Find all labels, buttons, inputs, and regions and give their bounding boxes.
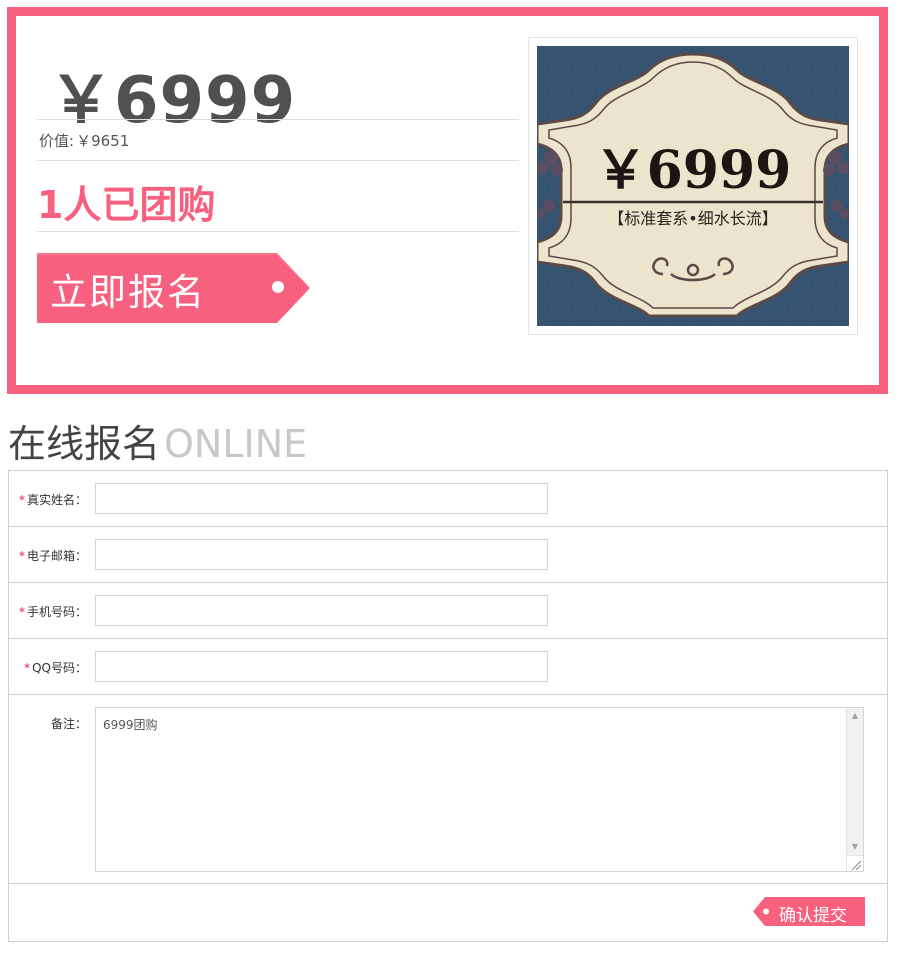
value-label: 价值:	[39, 132, 75, 150]
resize-grip-icon[interactable]	[847, 855, 863, 871]
value-amount: ￥9651	[76, 132, 130, 150]
name-label: * 真实姓名：	[19, 491, 87, 508]
product-image: ￥6999 【标准套系•细水长流】	[528, 37, 858, 335]
phone-label-text: 手机号码：	[26, 605, 87, 619]
promo-panel: ￥6999 价值: ￥9651 1人已团购 立即报名 ￥6999 【标准套系•细…	[7, 7, 888, 394]
banner-subtitle-text: 【标准套系•细水长流】	[608, 209, 777, 228]
scroll-down-arrow-icon[interactable]: ▼	[847, 839, 863, 855]
form-row-email: * 电子邮箱：	[9, 527, 887, 583]
original-value: 价值: ￥9651	[37, 130, 129, 151]
form-row-submit: 确认提交	[9, 884, 887, 941]
scroll-up-arrow-icon[interactable]: ▲	[847, 708, 863, 724]
section-title-en: ONLINE	[164, 422, 308, 466]
divider	[37, 119, 519, 120]
name-input[interactable]	[95, 483, 548, 514]
price-banner-image: ￥6999 【标准套系•细水长流】	[537, 46, 849, 326]
qq-label: * QQ号码：	[24, 659, 87, 676]
signup-now-label: 立即报名	[50, 271, 206, 314]
required-mark: *	[18, 605, 25, 619]
divider	[37, 160, 519, 161]
section-title: 在线报名 ONLINE	[8, 413, 307, 468]
required-mark: *	[18, 493, 25, 507]
form-row-phone: * 手机号码：	[9, 583, 887, 639]
form-row-note: 备注： 6999团购 ▲ ▼	[9, 695, 887, 884]
email-label-text: 电子邮箱：	[26, 549, 87, 563]
note-textarea[interactable]: 6999团购 ▲ ▼	[95, 707, 864, 872]
banner-price-text: ￥6999	[595, 140, 792, 201]
signup-now-button[interactable]: 立即报名	[37, 253, 311, 323]
email-label: * 电子邮箱：	[19, 547, 87, 564]
required-mark: *	[24, 661, 31, 675]
textarea-scrollbar[interactable]: ▲ ▼	[846, 708, 863, 871]
qq-input[interactable]	[95, 651, 548, 682]
group-buy-count: 1人已团购	[37, 183, 216, 227]
note-label: 备注：	[50, 717, 87, 731]
confirm-submit-label: 确认提交	[779, 906, 847, 926]
required-mark: *	[18, 549, 25, 563]
divider	[37, 231, 519, 232]
note-text: 6999团购	[103, 718, 158, 732]
confirm-submit-button[interactable]: 确认提交	[753, 897, 865, 926]
form-row-qq: * QQ号码：	[9, 639, 887, 695]
section-title-cn: 在线报名	[8, 422, 161, 466]
email-input[interactable]	[95, 539, 548, 570]
name-label-text: 真实姓名：	[26, 493, 87, 507]
form-row-name: * 真实姓名：	[9, 471, 887, 527]
phone-label: * 手机号码：	[19, 603, 87, 620]
signup-form: * 真实姓名： * 电子邮箱： * 手机号码： * QQ号码： 备注： 6999团购 ▲…	[8, 470, 888, 942]
phone-input[interactable]	[95, 595, 548, 626]
current-price: ￥6999	[49, 64, 297, 138]
qq-label-text: QQ号码：	[32, 661, 87, 675]
